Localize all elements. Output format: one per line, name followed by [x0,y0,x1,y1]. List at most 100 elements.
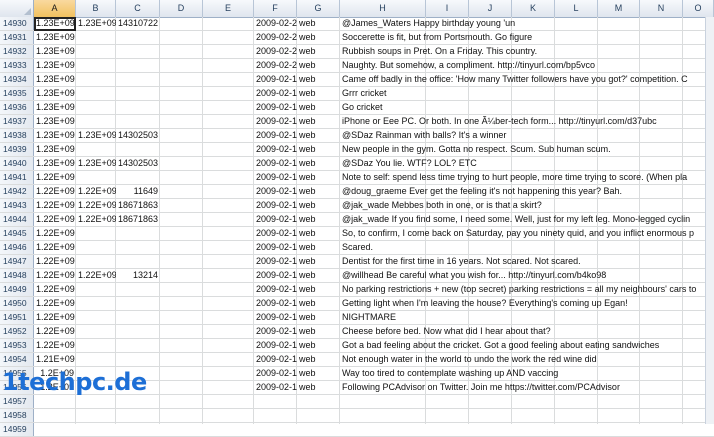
cell-f[interactable]: 2009-02-1 [254,199,297,212]
cell-a[interactable]: 1.23E+09 [34,45,76,58]
cell-f[interactable]: 2009-02-1 [254,325,297,338]
cell-g[interactable]: web [297,297,340,310]
row-header[interactable]: 14952 [0,325,34,338]
cell-a[interactable]: 1.23E+09 [34,157,76,170]
cell-g[interactable]: web [297,143,340,156]
cell-b[interactable] [76,423,116,436]
cell-h[interactable]: Came off badly in the office: 'How many … [340,73,706,86]
cell-b[interactable] [76,325,116,338]
cell-a[interactable] [34,423,76,436]
row-header[interactable]: 14942 [0,185,34,198]
cell-b[interactable] [76,87,116,100]
cell-f[interactable]: 2009-02-1 [254,269,297,282]
cell-g[interactable] [297,395,340,408]
cell-f[interactable]: 2009-02-1 [254,87,297,100]
cell-c[interactable]: 18671863 [116,199,160,212]
cell-h[interactable]: Soccerette is fit, but from Portsmouth. … [340,31,706,44]
cell-b[interactable] [76,115,116,128]
cell-f[interactable]: 2009-02-2 [254,31,297,44]
cell-g[interactable]: web [297,255,340,268]
cell-c[interactable]: 14302503 [116,129,160,142]
cell-a[interactable]: 1.22E+09 [34,199,76,212]
cell-f[interactable]: 2009-02-1 [254,339,297,352]
cell-g[interactable]: web [297,367,340,380]
select-all-button[interactable] [0,0,34,17]
cell-g[interactable]: web [297,59,340,72]
row-header[interactable]: 14945 [0,227,34,240]
cell-f[interactable]: 2009-02-2 [254,59,297,72]
row-header[interactable]: 14954 [0,353,34,366]
cell-a[interactable]: 1.23E+09 [34,87,76,100]
cell-c[interactable] [116,283,160,296]
cell-a[interactable]: 1.22E+09 [34,213,76,226]
cell-f[interactable]: 2009-02-1 [254,283,297,296]
cell-a[interactable]: 1.21E+09 [34,353,76,366]
cell-h[interactable]: @jak_wade Mebbes both in one, or is that… [340,199,706,212]
cell-b[interactable] [76,353,116,366]
cell-c[interactable] [116,353,160,366]
cell-h[interactable]: Grrr cricket [340,87,706,100]
row-header[interactable]: 14936 [0,101,34,114]
cell-c[interactable] [116,171,160,184]
cell-h[interactable]: iPhone or Eee PC. Or both. In one Ã¼ber-… [340,115,706,128]
cell-h[interactable] [340,395,706,408]
cell-h[interactable]: Dentist for the first time in 16 years. … [340,255,706,268]
cell-h[interactable]: NIGHTMARE [340,311,706,324]
cell-f[interactable]: 2009-02-1 [254,353,297,366]
cell-a[interactable]: 1.22E+09 [34,227,76,240]
cell-g[interactable]: web [297,115,340,128]
column-header-h[interactable]: H [340,0,426,17]
cell-g[interactable]: web [297,17,340,30]
row-header[interactable]: 14932 [0,45,34,58]
cell-a[interactable]: 1.23E+09 [34,59,76,72]
cell-a[interactable]: 1.23E+09 [34,115,76,128]
column-header-l[interactable]: L [555,0,598,17]
cell-a[interactable]: 1.23E+09 [34,143,76,156]
cell-b[interactable]: 1.23E+09 [76,17,116,30]
cell-b[interactable] [76,297,116,310]
row-header[interactable]: 14930 [0,17,34,30]
cell-a[interactable]: 1.22E+09 [34,255,76,268]
cell-b[interactable]: 1.22E+09 [76,269,116,282]
cell-b[interactable] [76,73,116,86]
column-header-c[interactable]: C [116,0,160,17]
row-header[interactable]: 14957 [0,395,34,408]
cell-h[interactable]: @James_Waters Happy birthday young 'un [340,17,706,30]
cell-c[interactable] [116,339,160,352]
cell-g[interactable] [297,409,340,422]
cell-g[interactable]: web [297,45,340,58]
row-header[interactable]: 14931 [0,31,34,44]
cell-g[interactable]: web [297,73,340,86]
column-header-b[interactable]: B [76,0,116,17]
cell-g[interactable]: web [297,101,340,114]
row-header[interactable]: 14934 [0,73,34,86]
cell-a[interactable]: 1.22E+09 [34,311,76,324]
spreadsheet-grid[interactable]: ABCDEFGHIJKLMNO 14930 1.23E+09 1.23E+09 143… [0,0,714,437]
cell-b[interactable]: 1.23E+09 [76,129,116,142]
cell-a[interactable]: 1.22E+09 [34,283,76,296]
cell-c[interactable] [116,31,160,44]
cell-h[interactable]: @SDaz You lie. WTF? LOL? ETC [340,157,706,170]
cell-g[interactable]: web [297,227,340,240]
cell-f[interactable]: 2009-02-1 [254,185,297,198]
cell-b[interactable] [76,101,116,114]
cell-h[interactable]: Following PCAdvisor on Twitter. Join me … [340,381,706,394]
cell-b[interactable] [76,241,116,254]
cell-g[interactable]: web [297,157,340,170]
cell-f[interactable]: 2009-02-1 [254,73,297,86]
column-header-k[interactable]: K [512,0,555,17]
cell-c[interactable] [116,297,160,310]
row-header[interactable]: 14937 [0,115,34,128]
cell-c[interactable] [116,423,160,436]
cell-c[interactable] [116,101,160,114]
cell-f[interactable] [254,395,297,408]
cell-g[interactable]: web [297,339,340,352]
cell-b[interactable]: 1.23E+09 [76,157,116,170]
cell-b[interactable] [76,227,116,240]
cell-b[interactable]: 1.22E+09 [76,199,116,212]
cell-h[interactable]: Not enough water in the world to undo th… [340,353,706,366]
cell-g[interactable]: web [297,241,340,254]
cell-c[interactable] [116,241,160,254]
cell-g[interactable]: web [297,283,340,296]
cell-a[interactable]: 1.23E+09 [34,73,76,86]
